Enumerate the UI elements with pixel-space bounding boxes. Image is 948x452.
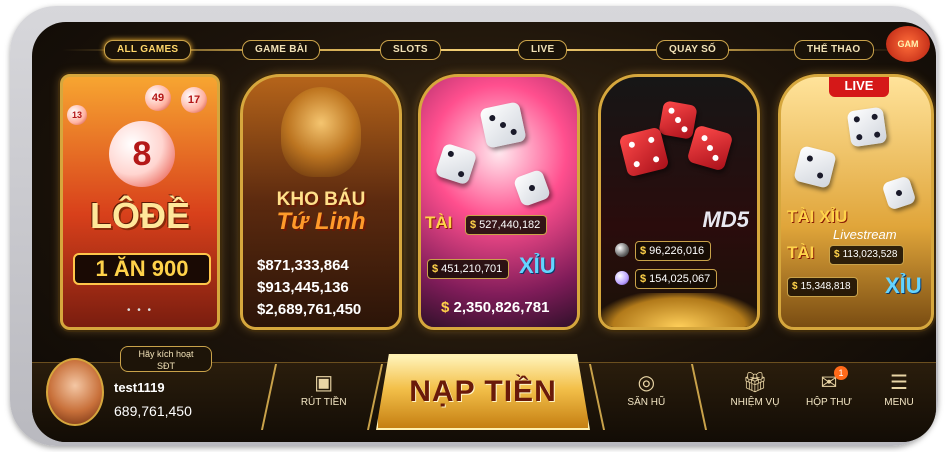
phone-frame: ALL GAMES GAME BÀI SLOTS LIVE QUAY SỐ TH… [10,6,938,446]
gift-icon: 🎁︎ [742,372,768,394]
tab-the-thao[interactable]: THỂ THAO [794,40,874,60]
lottery-ball: 13 [67,105,87,125]
game-lobby-screen: ALL GAMES GAME BÀI SLOTS LIVE QUAY SỐ TH… [32,22,936,442]
inbox-button[interactable]: ✉ 1 HỘP THƯ [796,364,862,430]
xiu-label: XỈU [519,253,556,278]
inbox-label: HỘP THƯ [806,397,852,408]
die-icon [434,142,478,186]
game-title: KHO BÁU Tứ Linh [251,189,391,235]
game-card-lode[interactable]: 17 49 13 8 LÔĐỀ 1 ĂN 900 • • • [60,74,220,330]
coins-artwork [601,293,757,327]
category-nav: ALL GAMES GAME BÀI SLOTS LIVE QUAY SỐ TH… [32,26,936,62]
missions-label: NHIỆM VỤ [730,397,780,408]
game-card-kho-bau[interactable]: KHO BÁU Tứ Linh $871,333,864 $913,445,13… [240,74,402,330]
tab-all-games[interactable]: ALL GAMES [104,40,192,60]
md5-pot-1: $96,226,016 [635,241,712,261]
game-title: LÔĐỀ [89,195,190,236]
hamburger-icon: ☰ [890,372,908,394]
red-die-icon [686,124,734,172]
jackpot-value: $871,333,864 [257,257,349,274]
xiu-label: XỈU [885,273,922,298]
lottery-ball-main: 8 [109,121,175,187]
activate-phone-button[interactable]: Hãy kích hoạt SĐT [120,346,212,372]
withdraw-label: RÚT TIỀN [300,397,347,408]
black-orb-icon [615,243,629,257]
mail-icon: ✉ [820,372,838,394]
inbox-count-badge: 1 [834,366,848,380]
game-card-md5[interactable]: MD5 $96,226,016 $154,025,067 [598,74,760,330]
tab-game-bai[interactable]: GAME BÀI [242,40,321,60]
game-corner-badge[interactable]: GAM [886,26,930,62]
user-balance: 689,761,450 [114,403,192,419]
die-icon [512,168,552,208]
title-line2: Tứ Linh [276,208,366,235]
jackpot-value: $913,445,136 [257,279,349,296]
menu-label: MENU [884,397,914,408]
die-icon [881,175,917,211]
jackpot-value: $2,689,761,450 [257,301,362,318]
game-card-livestream[interactable]: LIVE TÀI XỈU Livestream TÀI $113,023,528… [778,74,934,330]
total-jackpot: $ 2,350,826,781 [441,299,550,316]
show-title: TÀI XỈU [787,207,848,226]
deposit-button[interactable]: NẠP TIỀN [376,354,590,430]
live-badge: LIVE [829,77,889,97]
jackpot-icon: ◎ [637,372,656,394]
xiu-pot: $451,210,701 [427,259,510,279]
lottery-ball: 17 [181,87,207,113]
avatar[interactable] [46,358,104,426]
tab-slots[interactable]: SLOTS [380,40,441,60]
tai-label: TÀI [425,213,453,232]
tai-pot: $527,440,182 [465,215,548,235]
die-icon [793,145,837,189]
tai-label: TÀI [787,243,815,262]
game-subtitle: 1 ĂN 900 [73,253,211,285]
tab-live[interactable]: LIVE [518,40,568,60]
game-card-tai-xiu[interactable]: TÀI $527,440,182 $451,210,701 XỈU $ 2,35… [418,74,580,330]
md5-pot-2: $154,025,067 [635,269,718,289]
die-icon [846,106,888,148]
username: test1119 [114,380,165,395]
die-icon [479,101,527,149]
menu-button[interactable]: ☰ MENU [874,364,924,430]
lottery-ball: 49 [145,85,171,111]
carousel-pager[interactable]: • • • [63,305,217,316]
dragon-artwork [281,87,361,177]
atm-icon: ▣ [314,372,334,394]
jackpot-list: $871,333,864 $913,445,136 $2,689,761,450 [257,255,361,321]
jackpot-hunt-button[interactable]: ◎ SĂN HŨ [588,364,708,430]
md5-label: MD5 [702,207,749,232]
xiu-pot: $15,348,818 [787,277,858,297]
tab-quay-so[interactable]: QUAY SỐ [656,40,730,60]
missions-button[interactable]: 🎁︎ NHIỆM VỤ [722,364,788,430]
livestream-label: Livestream [833,227,897,242]
white-orb-icon [615,271,629,285]
tai-pot: $113,023,528 [829,245,905,265]
red-die-icon [658,100,698,140]
jackpot-hunt-label: SĂN HŨ [627,397,666,408]
withdraw-button[interactable]: ▣ RÚT TIỀN [260,364,384,430]
